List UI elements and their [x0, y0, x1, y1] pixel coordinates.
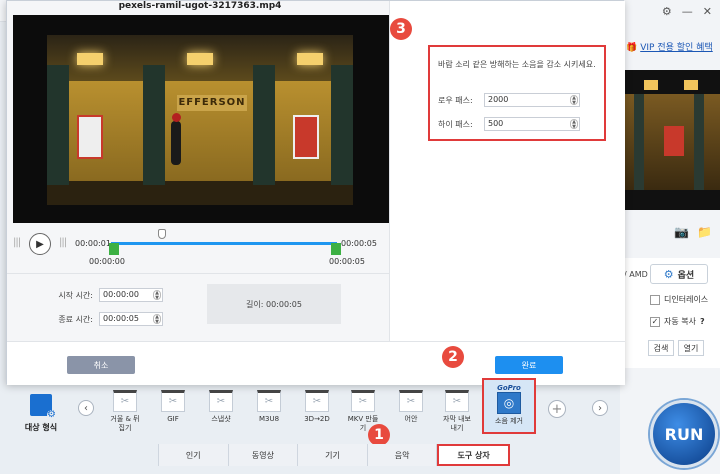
- noise-settings-box: 바람 소리 같은 방해하는 소음을 감소 시키세요. 로우 패스: 2000 ▲…: [428, 45, 606, 141]
- preview-actions: 📷 📁: [674, 225, 712, 239]
- add-tool-button[interactable]: +: [548, 400, 566, 418]
- trim-track[interactable]: [111, 242, 337, 245]
- trim-start-handle[interactable]: [109, 243, 119, 255]
- target-format[interactable]: 대상 형식: [18, 394, 64, 433]
- end-marker: 00:00:05: [329, 257, 365, 266]
- 3d-icon: ✂: [305, 390, 329, 412]
- camera-icon[interactable]: 📷: [674, 225, 689, 239]
- minimize-icon[interactable]: —: [682, 5, 693, 18]
- station-sign: EFFERSON: [177, 95, 247, 111]
- hw-accel-label: / AMD: [624, 270, 648, 279]
- m3u8-icon: ✂: [257, 390, 281, 412]
- fisheye-icon: ✂: [399, 390, 423, 412]
- tool-noise-removal[interactable]: GoPro ◎ 소음 제거: [482, 378, 536, 434]
- dialog-title: pexels-ramil-ugot-3217363.mp4: [118, 1, 282, 11]
- trim-end-handle[interactable]: [331, 243, 341, 255]
- scroll-right-button[interactable]: ›: [592, 400, 608, 416]
- deinterlace-checkbox[interactable]: 디인터레이스: [650, 294, 708, 305]
- help-icon[interactable]: ?: [700, 317, 705, 326]
- start-marker: 00:00:00: [89, 257, 125, 266]
- tab-music[interactable]: 음악: [367, 444, 438, 466]
- video-preview: EFFERSON: [13, 15, 409, 223]
- mirror-icon: ✂: [113, 390, 137, 412]
- open-button[interactable]: 열기: [678, 340, 704, 356]
- noise-description: 바람 소리 같은 방해하는 소음을 감소 시키세요.: [438, 60, 596, 69]
- end-time-input[interactable]: 00:00:05 ▲ ▼: [99, 312, 163, 326]
- folder-icon[interactable]: 📁: [697, 225, 712, 239]
- video-frame: EFFERSON: [47, 35, 353, 205]
- autocopy-checkbox[interactable]: ✓ 자동 복사 ?: [650, 316, 705, 327]
- tool-snapshot[interactable]: ✂ 스냅샷: [198, 390, 244, 424]
- current-time: 00:00:01: [75, 239, 111, 248]
- highpass-input[interactable]: 500 ▲ ▼: [484, 117, 580, 131]
- scroll-left-button[interactable]: ‹: [78, 400, 94, 416]
- lowpass-input[interactable]: 2000 ▲ ▼: [484, 93, 580, 107]
- run-button[interactable]: RUN: [650, 400, 718, 468]
- snapshot-icon: ✂: [209, 390, 233, 412]
- total-time: 00:00:05: [341, 239, 377, 248]
- noise-removal-icon: ◎: [497, 392, 521, 414]
- close-icon[interactable]: ✕: [703, 5, 712, 18]
- clip-length: 길이: 00:00:05: [207, 284, 341, 324]
- tab-device[interactable]: 기기: [298, 444, 368, 466]
- tab-popular[interactable]: 인기: [158, 444, 229, 466]
- tool-fisheye[interactable]: ✂ 어안: [388, 390, 434, 424]
- mkv-icon: ✂: [351, 390, 375, 412]
- start-time-row: 시작 시간: 00:00:00 ▲ ▼: [57, 288, 163, 302]
- noise-settings-pane: 바람 소리 같은 방해하는 소음을 감소 시키세요. 로우 패스: 2000 ▲…: [389, 1, 625, 341]
- tool-3d-to-2d[interactable]: ✂ 3D→2D: [294, 390, 340, 424]
- play-icon: ▶: [36, 238, 44, 250]
- trim-timeline: ||| ▶ ||| 00:00:01 00:00:05 00:00:00 00:…: [7, 225, 389, 271]
- spinner-icon[interactable]: ▲ ▼: [570, 95, 578, 106]
- spinner-icon[interactable]: ▲ ▼: [153, 290, 161, 301]
- gif-icon: ✂: [161, 390, 185, 412]
- options-button[interactable]: ⚙ 옵션: [650, 264, 708, 284]
- tab-video[interactable]: 동영상: [228, 444, 299, 466]
- output-folder-buttons: 검색 열기: [648, 340, 704, 356]
- document-gear-icon: [30, 394, 56, 420]
- preview-thumbnail: [624, 70, 720, 210]
- spinner-icon[interactable]: ▲ ▼: [570, 119, 578, 130]
- lowpass-row: 로우 패스: 2000 ▲ ▼: [438, 93, 580, 107]
- volume-icon: |||: [13, 237, 21, 248]
- annotation-badge-2: 2: [442, 346, 464, 368]
- tool-m3u8[interactable]: ✂ M3U8: [246, 390, 292, 424]
- gift-icon: 🎁: [626, 43, 638, 53]
- category-tabs: 인기 동영상 기기 음악 도구 상자: [158, 444, 510, 466]
- window-controls: ⚙ — ✕: [662, 0, 720, 22]
- chevron-left-icon: ‹: [84, 402, 88, 414]
- tool-subtitle-export[interactable]: ✂ 자막 내보 내기: [434, 390, 480, 433]
- audio-bars-icon: |||: [59, 237, 67, 248]
- noise-removal-dialog: pexels-ramil-ugot-3217363.mp4 EFFERSON |…: [6, 0, 625, 385]
- plus-icon: +: [551, 401, 563, 417]
- settings-icon[interactable]: ⚙: [662, 5, 672, 18]
- trim-time-fields: 시작 시간: 00:00:00 ▲ ▼ 종료 시간: 00:00:05 ▲ ▼ 길이…: [7, 273, 389, 341]
- gear-icon: ⚙: [663, 267, 674, 281]
- spinner-icon[interactable]: ▲ ▼: [153, 314, 161, 325]
- gopro-badge: GoPro: [497, 384, 521, 392]
- end-time-row: 종료 시간: 00:00:05 ▲ ▼: [57, 312, 163, 326]
- tool-mirror-flip[interactable]: ✂ 거울 & 뒤 집기: [102, 390, 148, 433]
- annotation-badge-3: 3: [390, 18, 412, 40]
- toolbox-strip: 대상 형식 ‹ ✂ 거울 & 뒤 집기 ✂ GIF ✂ 스냅샷 ✂ M3U8 ✂…: [0, 378, 650, 442]
- browse-button[interactable]: 검색: [648, 340, 674, 356]
- chevron-right-icon: ›: [598, 402, 602, 414]
- play-button[interactable]: ▶: [29, 233, 51, 255]
- done-button[interactable]: 완료: [495, 356, 563, 374]
- cancel-button[interactable]: 취소: [67, 356, 135, 374]
- highpass-row: 하이 패스: 500 ▲ ▼: [438, 117, 580, 131]
- tool-gif[interactable]: ✂ GIF: [150, 390, 196, 424]
- tab-toolbox[interactable]: 도구 상자: [437, 444, 510, 466]
- playhead[interactable]: [158, 229, 166, 239]
- subtitle-icon: ✂: [445, 390, 469, 412]
- tool-mkv-maker[interactable]: ✂ MKV 만들 기: [340, 390, 386, 433]
- start-time-input[interactable]: 00:00:00 ▲ ▼: [99, 288, 163, 302]
- vip-discount-link[interactable]: 🎁 VIP 전용 할인 혜택: [626, 40, 713, 53]
